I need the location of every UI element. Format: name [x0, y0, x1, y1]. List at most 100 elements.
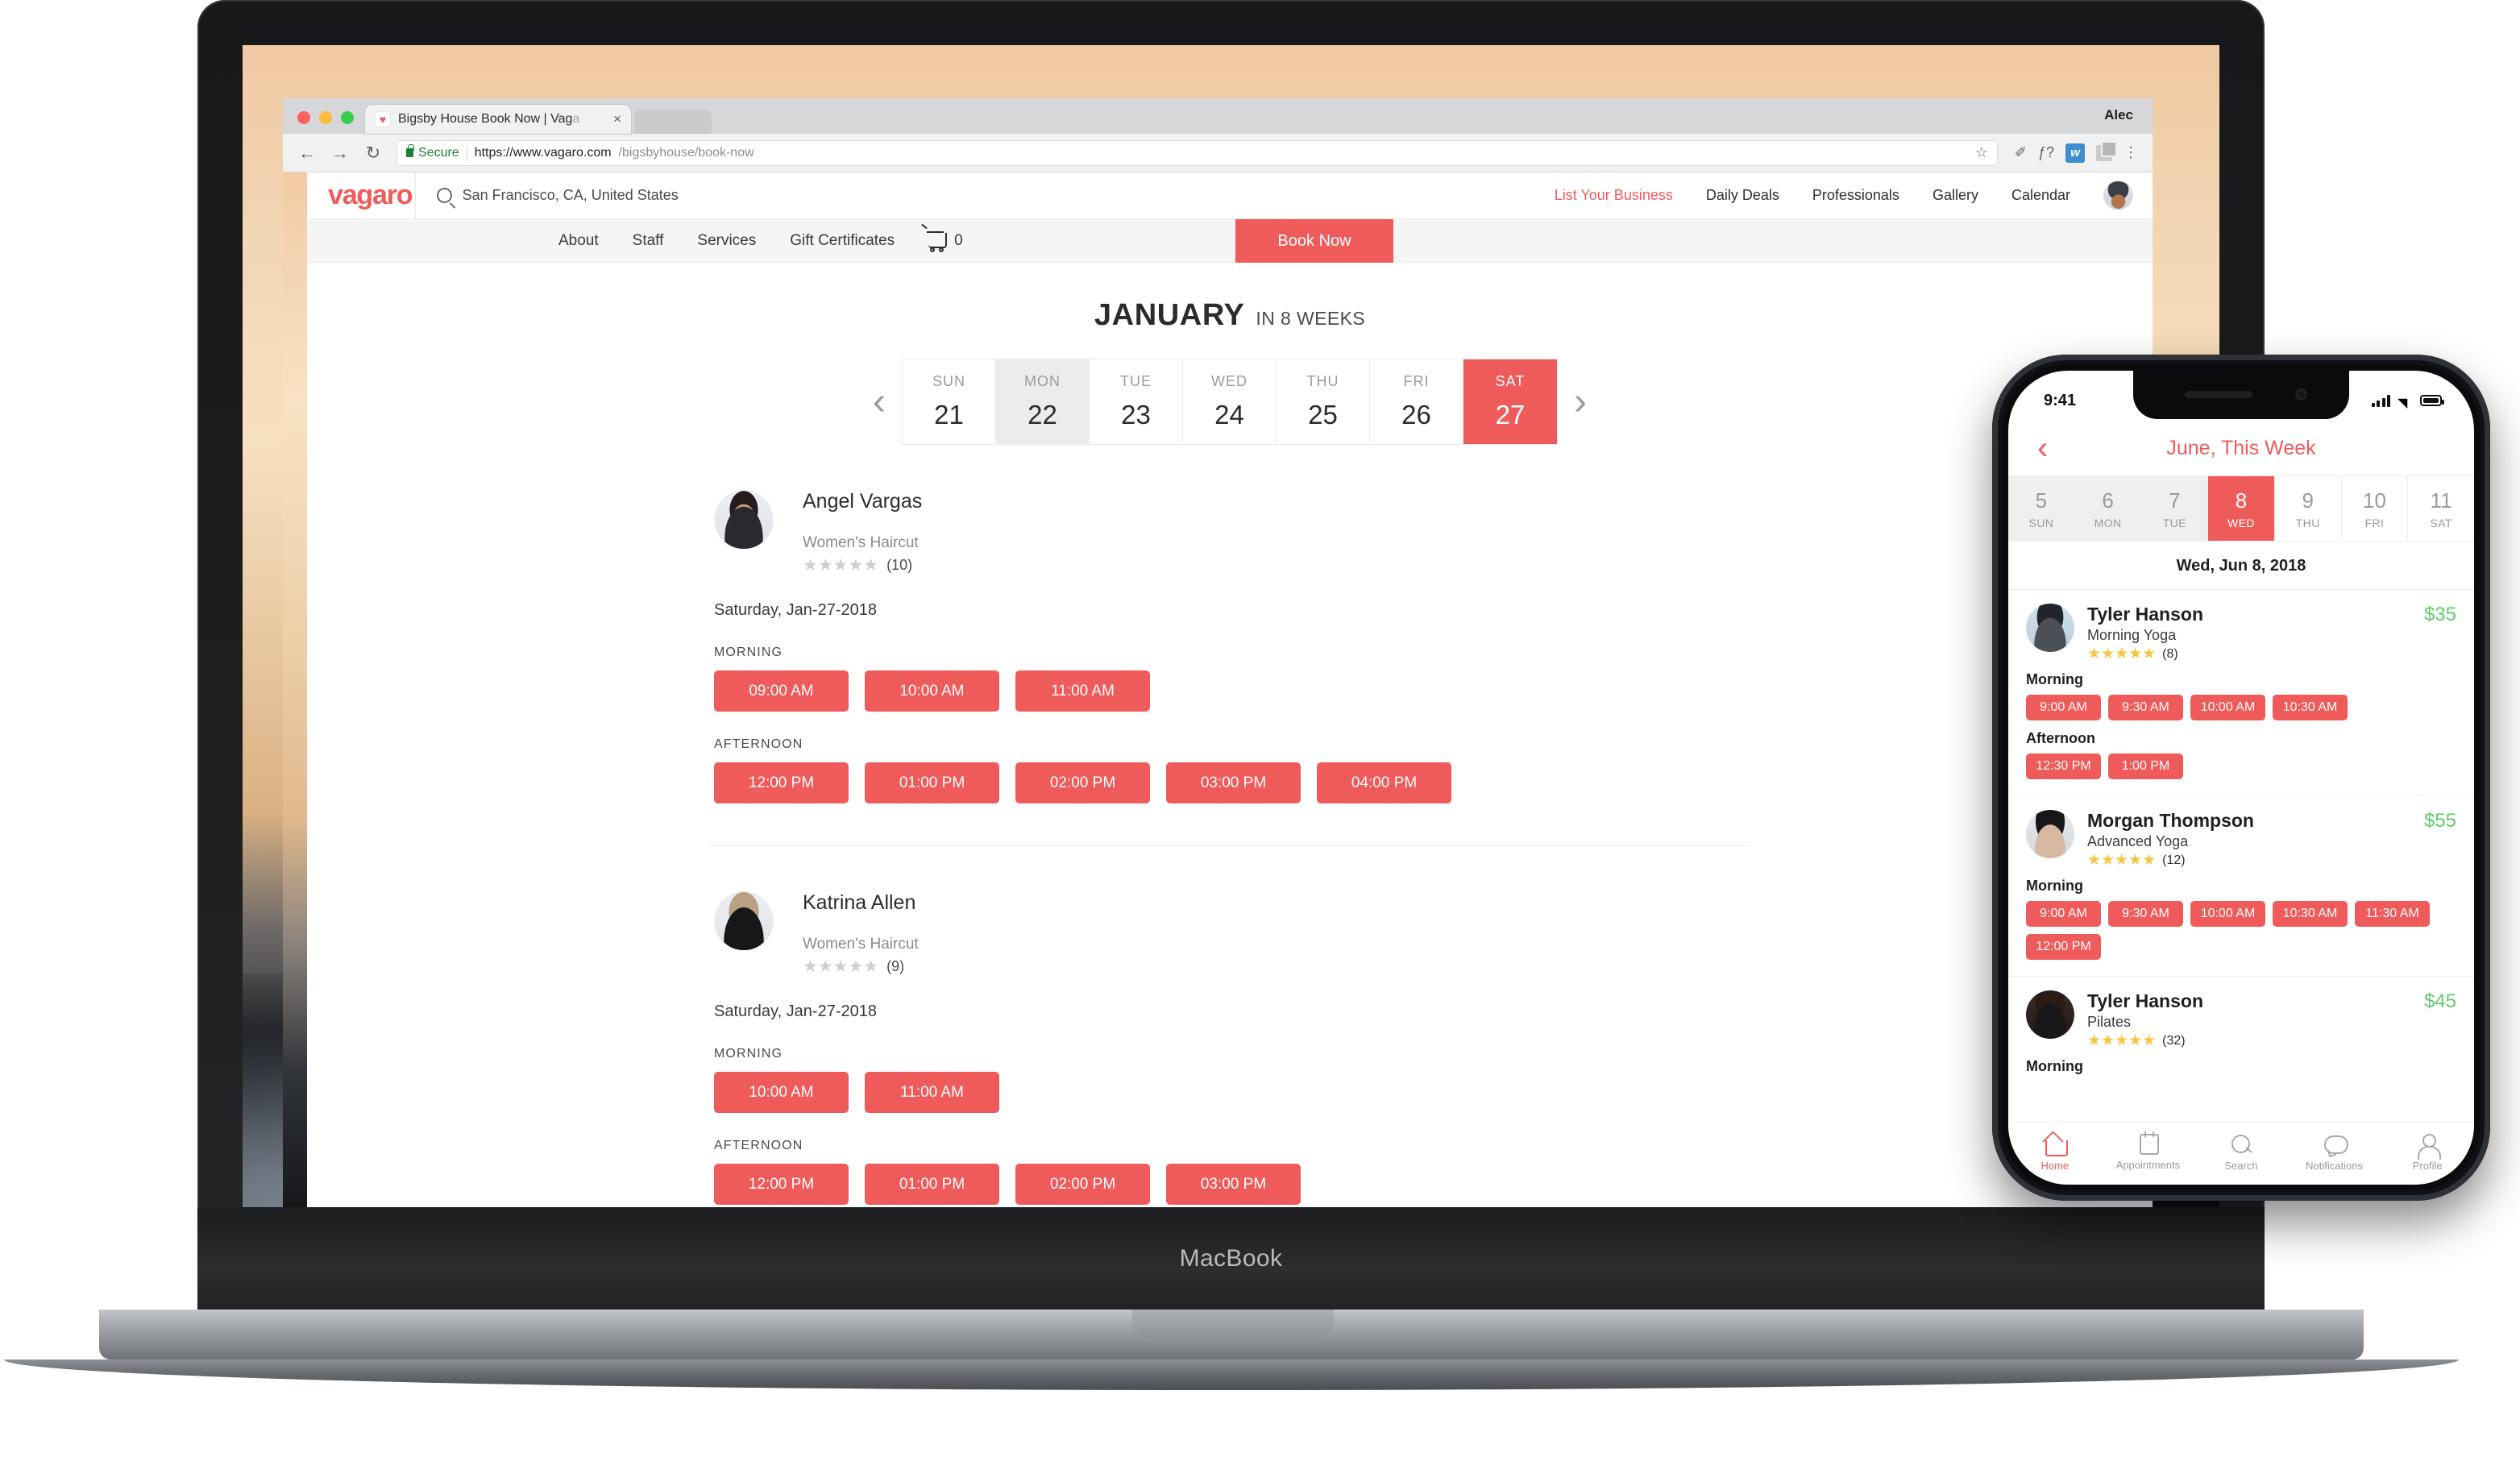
- time-slot-button[interactable]: 1:00 PM: [2108, 753, 2183, 779]
- time-slot-button[interactable]: 02:00 PM: [1015, 1164, 1150, 1205]
- calendar-day-number: 21: [934, 400, 964, 430]
- time-slot-button[interactable]: 09:00 AM: [714, 670, 849, 712]
- calendar-prev-icon[interactable]: ‹: [861, 382, 897, 421]
- window-switcher-icon[interactable]: [2096, 140, 2117, 161]
- provider-date: Saturday, Jan-27-2018: [714, 601, 877, 619]
- calendar-day-selected[interactable]: SAT 27: [1463, 359, 1557, 444]
- tab-profile[interactable]: Profile: [2381, 1133, 2474, 1172]
- business-subnav: About Staff Services Gift Certificates 0…: [307, 219, 2153, 263]
- close-tab-icon[interactable]: ×: [613, 111, 621, 127]
- webflow-icon[interactable]: w: [2065, 143, 2085, 163]
- time-slot-button[interactable]: 10:00 AM: [714, 1072, 849, 1113]
- time-slot-button[interactable]: 12:00 PM: [714, 1164, 849, 1205]
- nav-link-calendar[interactable]: Calendar: [2011, 187, 2070, 204]
- app-day[interactable]: 5 SUN: [2008, 476, 2075, 541]
- address-bar[interactable]: Secure https://www.vagaro.com/bigsbyhous…: [396, 139, 1998, 166]
- calendar-day[interactable]: FRI 26: [1370, 359, 1463, 444]
- calendar-strip: ‹ SUN 21 MON 22 TUE 23 WED 24 THU 25 FRI 26 SA…: [307, 359, 2153, 445]
- tab-appointments[interactable]: Appointments: [2102, 1131, 2195, 1171]
- time-slot-button[interactable]: 9:30 AM: [2108, 695, 2183, 720]
- time-slot-button[interactable]: 9:30 AM: [2108, 901, 2183, 927]
- time-slot-button[interactable]: 03:00 PM: [1166, 762, 1301, 803]
- book-now-button[interactable]: Book Now: [1235, 219, 1393, 263]
- nav-link-gallery[interactable]: Gallery: [1933, 187, 1978, 204]
- subnav-items: About Staff Services Gift Certificates 0: [558, 231, 963, 252]
- user-avatar[interactable]: [2103, 181, 2133, 210]
- time-slot-button[interactable]: 10:00 AM: [865, 670, 999, 712]
- instructor-photo: [2026, 990, 2074, 1039]
- time-slot-button[interactable]: 12:30 PM: [2026, 753, 2101, 779]
- maximize-window-button[interactable]: [341, 111, 354, 124]
- subnav-staff[interactable]: Staff: [633, 232, 664, 250]
- new-tab-button[interactable]: [634, 110, 712, 134]
- app-day[interactable]: 6 MON: [2074, 476, 2142, 541]
- app-day[interactable]: 9 THU: [2274, 476, 2342, 541]
- bookmark-star-icon[interactable]: ☆: [1975, 144, 1988, 161]
- tab-search[interactable]: Search: [2194, 1133, 2288, 1172]
- afternoon-slots: 12:00 PM 01:00 PM 02:00 PM 03:00 PM 04:0…: [709, 762, 1750, 803]
- app-week-strip: 5 SUN 6 MON 7 TUE 8 WED 9 THU 10 FRI 11 SAT: [2008, 475, 2474, 542]
- tab-home[interactable]: Home: [2008, 1133, 2102, 1172]
- wifi-icon: [2398, 395, 2413, 406]
- app-day[interactable]: 7 TUE: [2141, 476, 2209, 541]
- time-slot-button[interactable]: 10:30 AM: [2273, 901, 2348, 927]
- tab-notifications[interactable]: Notifications: [2288, 1133, 2381, 1172]
- back-icon[interactable]: ←: [297, 143, 317, 164]
- fontawesome-icon[interactable]: ƒ?: [2038, 144, 2054, 161]
- review-count: (9): [886, 958, 905, 974]
- time-slot-button[interactable]: 02:00 PM: [1015, 762, 1150, 803]
- location-search[interactable]: [415, 172, 1555, 218]
- app-day[interactable]: 11 SAT: [2408, 476, 2474, 541]
- calendar-day[interactable]: SUN 21: [903, 359, 996, 444]
- subnav-services[interactable]: Services: [697, 232, 756, 250]
- time-slot-button[interactable]: 10:00 AM: [2190, 901, 2265, 927]
- eyedropper-icon[interactable]: ✐: [2015, 144, 2027, 161]
- browser-profile-name[interactable]: Alec: [2104, 107, 2133, 123]
- chat-bubble-icon: [2323, 1133, 2348, 1156]
- status-indicators: [2371, 394, 2444, 407]
- app-day-selected[interactable]: 8 WED: [2208, 476, 2275, 541]
- vagaro-logo[interactable]: vagaro: [307, 180, 415, 211]
- time-slot-button[interactable]: 11:30 AM: [2355, 901, 2430, 927]
- subnav-gift-certificates[interactable]: Gift Certificates: [790, 232, 895, 250]
- search-input[interactable]: [462, 187, 1555, 204]
- time-slot-button[interactable]: 10:30 AM: [2273, 695, 2348, 720]
- minimize-window-button[interactable]: [319, 111, 332, 124]
- calendar-day[interactable]: MON 22: [996, 359, 1090, 444]
- time-slot-button[interactable]: 01:00 PM: [865, 762, 999, 803]
- time-slot-button[interactable]: 01:00 PM: [865, 1164, 999, 1205]
- browser-tabstrip: ♥ Bigsby House Book Now | Vaga × Alec: [283, 98, 2153, 134]
- browser-menu-icon[interactable]: ⋮: [2124, 144, 2138, 161]
- time-slot-button[interactable]: 10:00 AM: [2190, 695, 2265, 720]
- star-icon: ★★★★★: [2087, 1032, 2157, 1049]
- forward-icon[interactable]: →: [330, 143, 350, 164]
- morning-slots: 09:00 AM 10:00 AM 11:00 AM: [709, 670, 1750, 712]
- cart-button[interactable]: 0: [927, 231, 963, 252]
- calendar-day[interactable]: THU 25: [1277, 359, 1370, 444]
- app-title: June, This Week: [2166, 436, 2316, 459]
- search-icon: [2229, 1133, 2253, 1156]
- subnav-about[interactable]: About: [558, 232, 599, 250]
- time-slot-button[interactable]: 12:00 PM: [2026, 934, 2101, 960]
- calendar-day[interactable]: TUE 23: [1090, 359, 1183, 444]
- reload-icon[interactable]: ↻: [363, 143, 383, 164]
- instructor-meta: Morgan Thompson Advanced Yoga ★★★★★ (12): [2087, 810, 2411, 868]
- window-traffic-lights[interactable]: [283, 111, 365, 134]
- macbook-foot: [4, 1359, 2459, 1390]
- nav-link-list-your-business[interactable]: List Your Business: [1555, 187, 1673, 204]
- time-slot-button[interactable]: 9:00 AM: [2026, 901, 2101, 927]
- nav-link-daily-deals[interactable]: Daily Deals: [1706, 187, 1779, 204]
- time-slot-button[interactable]: 11:00 AM: [865, 1072, 999, 1113]
- time-slot-button[interactable]: 9:00 AM: [2026, 695, 2101, 720]
- calendar-day[interactable]: WED 24: [1183, 359, 1277, 444]
- nav-link-professionals[interactable]: Professionals: [1812, 187, 1899, 204]
- app-day[interactable]: 10 FRI: [2341, 476, 2409, 541]
- browser-tab[interactable]: ♥ Bigsby House Book Now | Vaga ×: [365, 105, 631, 134]
- calendar-next-icon[interactable]: ›: [1563, 382, 1598, 421]
- time-slot-button[interactable]: 12:00 PM: [714, 762, 849, 803]
- back-chevron-icon[interactable]: ‹: [2037, 432, 2048, 464]
- time-slot-button[interactable]: 04:00 PM: [1317, 762, 1451, 803]
- time-slot-button[interactable]: 11:00 AM: [1015, 670, 1150, 712]
- time-slot-button[interactable]: 03:00 PM: [1166, 1164, 1301, 1205]
- close-window-button[interactable]: [297, 111, 310, 124]
